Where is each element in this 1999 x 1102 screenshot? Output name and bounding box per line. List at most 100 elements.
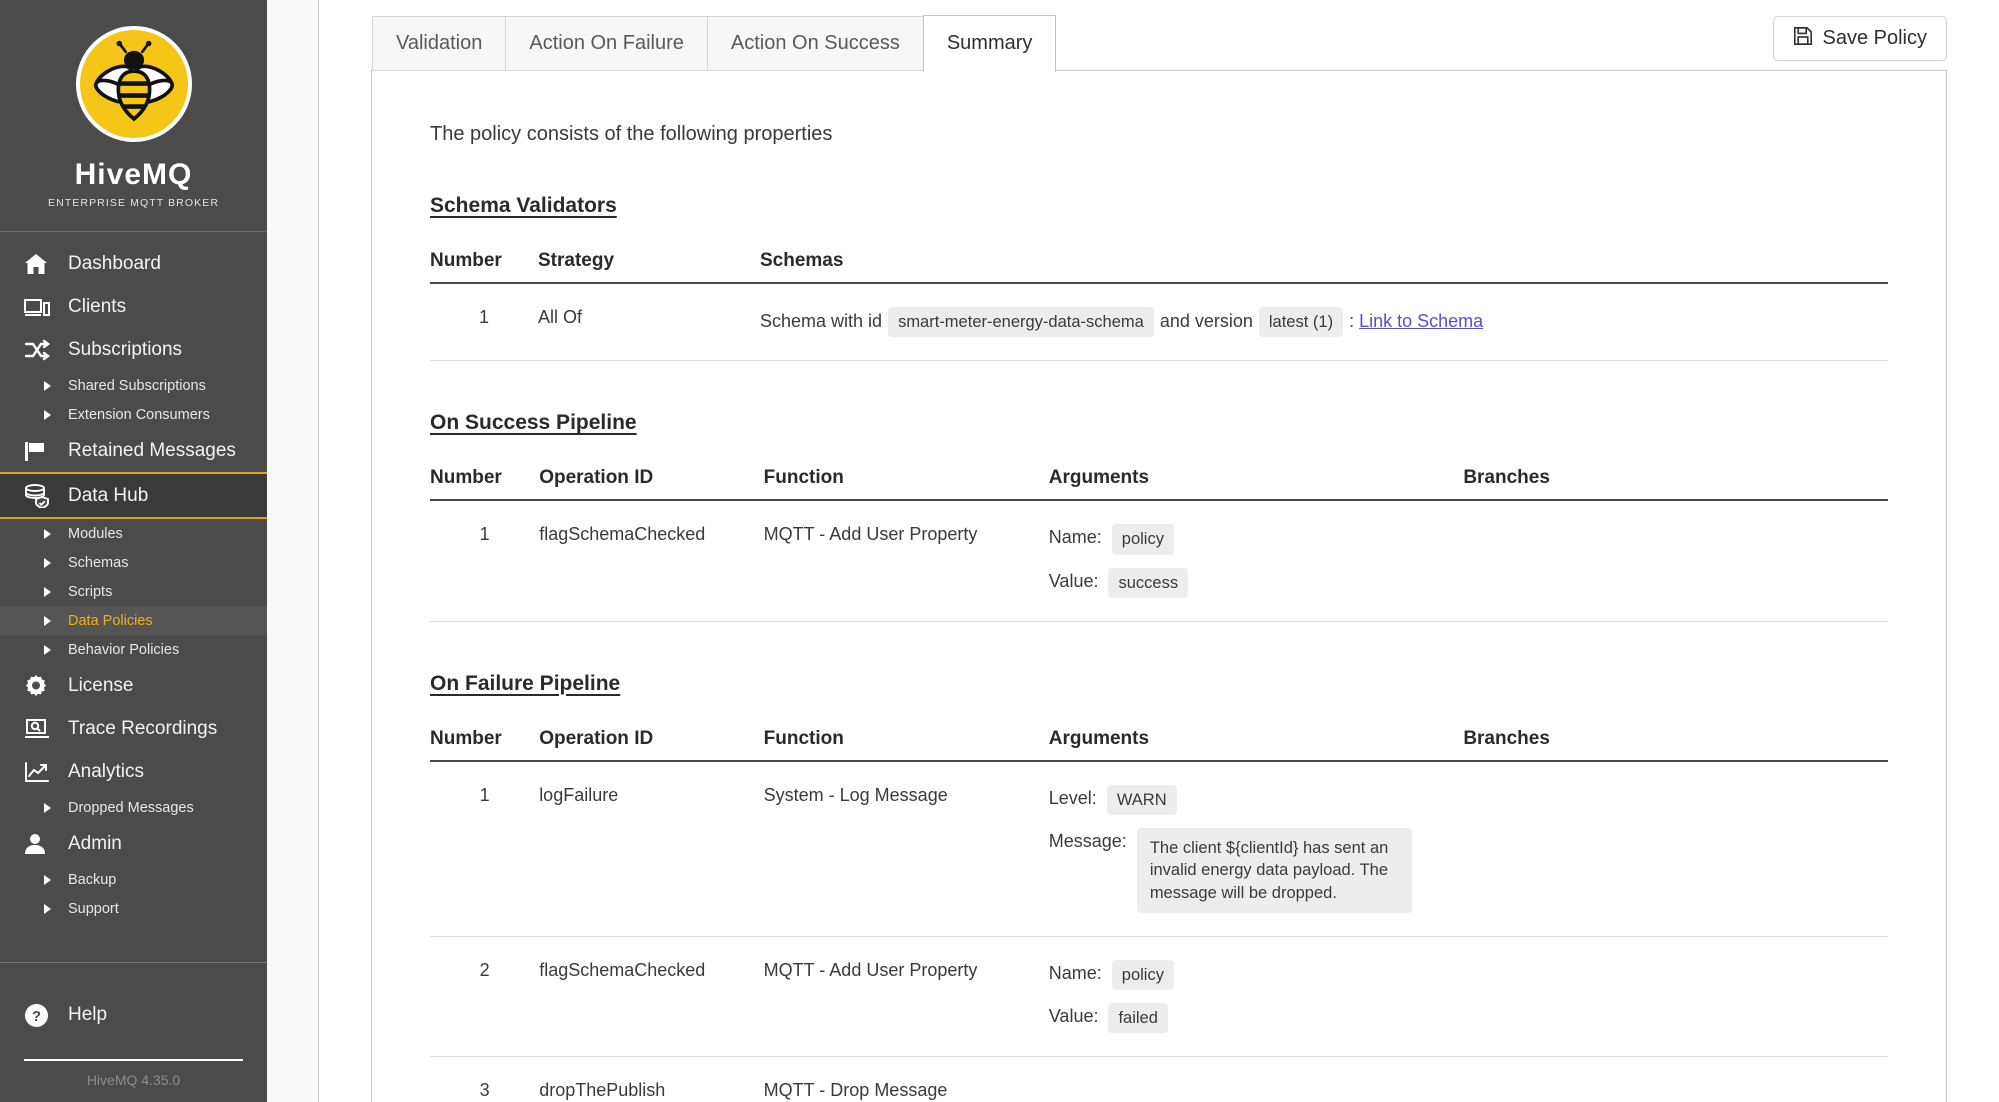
section-title: On Failure Pipeline bbox=[430, 671, 621, 695]
flag-icon bbox=[24, 438, 54, 464]
column-header-operation-id: Operation ID bbox=[539, 727, 764, 762]
cell-operation-id: logFailure bbox=[539, 760, 764, 937]
argument-label: Message: bbox=[1048, 831, 1127, 852]
sidebar-item-modules[interactable]: Modules bbox=[0, 519, 267, 548]
tab-label: Action On Success bbox=[730, 32, 900, 54]
sidebar-item-dashboard[interactable]: Dashboard bbox=[0, 242, 267, 285]
sidebar-item-analytics[interactable]: Analytics bbox=[0, 750, 267, 793]
monitor-icon bbox=[24, 294, 54, 320]
table-row: 1 flagSchemaChecked MQTT - Add User Prop… bbox=[430, 500, 1888, 622]
sidebar-item-trace-recordings[interactable]: Trace Recordings bbox=[0, 707, 267, 750]
sidebar-subitem-label: Schemas bbox=[68, 554, 129, 571]
section-title: Schema Validators bbox=[430, 194, 617, 217]
sidebar-subitem-label: Behavior Policies bbox=[68, 641, 180, 658]
cell-schemas: Schema with id smart-meter-energy-data-sc… bbox=[760, 283, 1888, 362]
argument-label: Value: bbox=[1048, 570, 1099, 591]
floppy-disk-icon bbox=[1793, 26, 1813, 52]
chart-line-icon bbox=[24, 759, 54, 785]
sidebar-item-subscriptions[interactable]: Subscriptions bbox=[0, 328, 267, 371]
schema-id-chip: smart-meter-energy-data-schema bbox=[888, 307, 1154, 338]
sidebar-item-license[interactable]: License bbox=[0, 664, 267, 707]
column-header-schemas: Schemas bbox=[760, 250, 1888, 284]
sidebar-item-schemas[interactable]: Schemas bbox=[0, 548, 267, 577]
sidebar-version-label: HiveMQ 4.35.0 bbox=[86, 1072, 181, 1088]
column-header-number: Number bbox=[430, 467, 540, 502]
caret-right-icon bbox=[44, 409, 51, 420]
table-row: 2 flagSchemaChecked MQTT - Add User Prop… bbox=[430, 936, 1888, 1058]
argument-label: Name: bbox=[1048, 962, 1102, 983]
sidebar-item-label: License bbox=[68, 674, 134, 696]
table-header-row: Number Operation ID Function Arguments B… bbox=[430, 467, 1888, 502]
brand-wordmark-text: HiveMQ bbox=[74, 158, 193, 191]
sidebar-item-label: Clients bbox=[68, 295, 127, 317]
tab-summary[interactable]: Summary bbox=[922, 15, 1057, 72]
section-title: On Success Pipeline bbox=[430, 411, 637, 435]
sidebar-footer: ? Help HiveMQ 4.35.0 bbox=[0, 962, 267, 1102]
sidebar-item-data-policies[interactable]: Data Policies bbox=[0, 606, 267, 635]
cell-function: MQTT - Drop Message bbox=[763, 1056, 1049, 1102]
caret-right-icon bbox=[44, 380, 51, 391]
sidebar-item-label: Data Hub bbox=[68, 484, 149, 506]
home-icon bbox=[24, 251, 54, 277]
tab-action-on-failure[interactable]: Action On Failure bbox=[505, 16, 707, 71]
tab-validation[interactable]: Validation bbox=[372, 16, 506, 71]
summary-content: The policy consists of the following pro… bbox=[372, 71, 1946, 1102]
column-header-branches: Branches bbox=[1463, 467, 1888, 502]
sidebar-help-label: Help bbox=[68, 1004, 108, 1025]
sidebar-item-shared-subscriptions[interactable]: Shared Subscriptions bbox=[0, 371, 267, 400]
main-area: Validation Action On Failure Action On S… bbox=[319, 0, 1999, 1102]
sidebar-item-extension-consumers[interactable]: Extension Consumers bbox=[0, 400, 267, 429]
caret-right-icon bbox=[44, 557, 51, 568]
sidebar-subitem-label: Support bbox=[68, 900, 119, 917]
cell-arguments: Name: policy Value: failed bbox=[1048, 936, 1464, 1058]
on-success-pipeline-table: Number Operation ID Function Arguments B… bbox=[430, 467, 1888, 622]
column-header-operation-id: Operation ID bbox=[539, 467, 764, 502]
topbar: Validation Action On Failure Action On S… bbox=[320, 0, 1999, 72]
sidebar-item-data-hub[interactable]: Data Hub bbox=[0, 472, 267, 519]
argument-entry: Value: success bbox=[1048, 567, 1464, 598]
column-header-number: Number bbox=[430, 250, 538, 284]
link-to-schema[interactable]: Link to Schema bbox=[1359, 311, 1483, 331]
sidebar-item-support[interactable]: Support bbox=[0, 894, 267, 923]
sidebar-item-label: Trace Recordings bbox=[68, 717, 218, 739]
argument-label: Name: bbox=[1048, 527, 1102, 548]
sidebar-item-label: Analytics bbox=[68, 760, 145, 782]
sidebar-item-retained-messages[interactable]: Retained Messages bbox=[0, 429, 267, 472]
sidebar-item-backup[interactable]: Backup bbox=[0, 865, 267, 894]
cell-operation-id: dropThePublish bbox=[539, 1056, 764, 1102]
schema-validators-table: Number Strategy Schemas 1 All Of Schema … bbox=[430, 250, 1888, 362]
save-policy-button[interactable]: Save Policy bbox=[1772, 16, 1947, 61]
sidebar-item-label: Retained Messages bbox=[68, 439, 236, 461]
cell-function: MQTT - Add User Property bbox=[763, 500, 1049, 622]
table-row: 3 dropThePublish MQTT - Drop Message bbox=[430, 1056, 1888, 1102]
table-row: 1 All Of Schema with id smart-meter-energ… bbox=[430, 283, 1888, 362]
tab-action-on-success[interactable]: Action On Success bbox=[706, 16, 923, 71]
argument-entry: Name: policy bbox=[1048, 959, 1464, 991]
brand-tagline: ENTERPRISE MQTT BROKER bbox=[47, 197, 220, 209]
sidebar-item-admin[interactable]: Admin bbox=[0, 822, 267, 865]
argument-entry: Message: The client ${clientId} has sent… bbox=[1049, 828, 1464, 913]
column-header-strategy: Strategy bbox=[538, 250, 760, 284]
tab-label: Summary bbox=[946, 32, 1033, 54]
argument-entry: Value: failed bbox=[1048, 1003, 1464, 1034]
caret-right-icon bbox=[44, 802, 51, 813]
argument-label: Value: bbox=[1048, 1006, 1099, 1027]
sidebar-subitem-label: Modules bbox=[68, 525, 123, 542]
schema-separator-text: : bbox=[1349, 310, 1355, 331]
sidebar-item-help[interactable]: ? Help bbox=[0, 993, 267, 1037]
sidebar-item-behavior-policies[interactable]: Behavior Policies bbox=[0, 635, 267, 664]
sidebar-nav: Dashboard Clients Subscriptions Shared S… bbox=[0, 232, 267, 962]
column-header-branches: Branches bbox=[1463, 727, 1888, 762]
argument-value-chip: The client ${clientId} has sent an inval… bbox=[1136, 828, 1412, 913]
cell-strategy: All Of bbox=[538, 283, 760, 362]
schema-description: Schema with id smart-meter-energy-data-sc… bbox=[760, 307, 1483, 338]
sidebar-item-scripts[interactable]: Scripts bbox=[0, 577, 267, 606]
cell-branches bbox=[1463, 500, 1888, 622]
sidebar-item-clients[interactable]: Clients bbox=[0, 285, 267, 328]
svg-text:?: ? bbox=[32, 1008, 41, 1025]
caret-right-icon bbox=[44, 903, 51, 914]
brand-wordmark: HiveMQ bbox=[75, 160, 193, 190]
column-header-function: Function bbox=[763, 467, 1049, 502]
sidebar-item-dropped-messages[interactable]: Dropped Messages bbox=[0, 793, 267, 822]
hivemq-bee-logo-icon bbox=[75, 26, 192, 142]
